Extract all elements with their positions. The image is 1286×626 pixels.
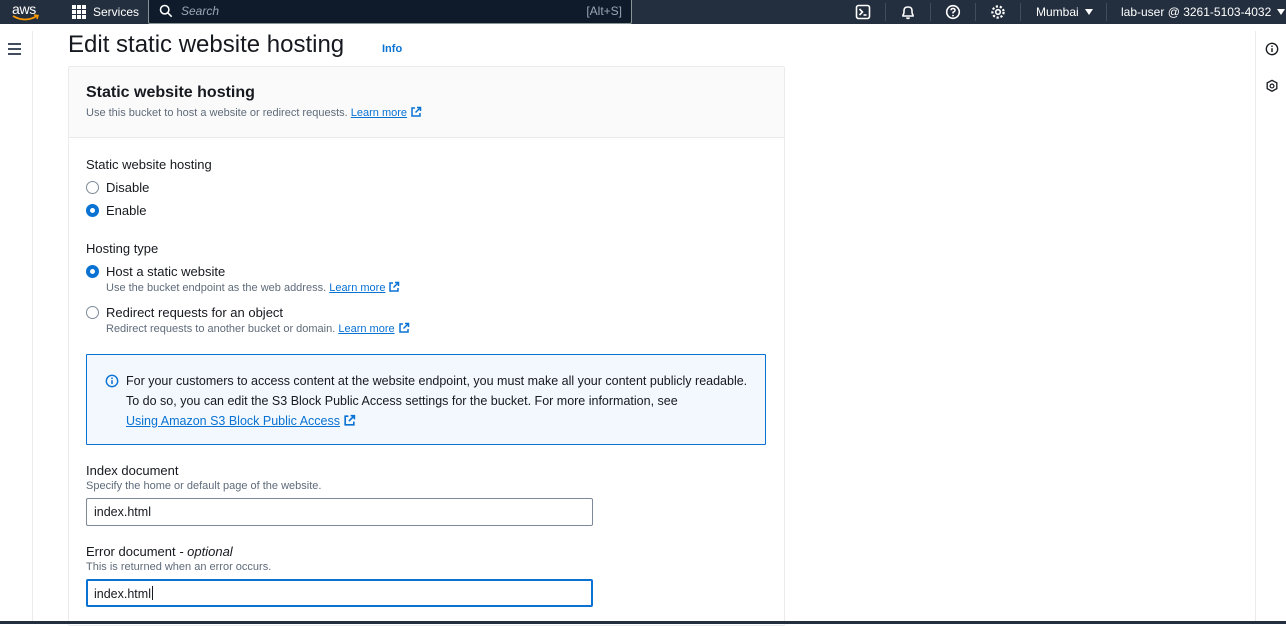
search-placeholder: Search <box>181 4 220 18</box>
learn-more-link[interactable]: Learn more <box>351 107 407 119</box>
search-icon <box>159 4 173 18</box>
text-cursor <box>151 586 153 600</box>
left-navigation-rail <box>0 31 33 624</box>
optional-tag: - optional <box>179 544 233 559</box>
help-icon[interactable] <box>945 4 961 20</box>
external-link-icon <box>398 322 409 333</box>
host-static-description: Use the bucket endpoint as the web addre… <box>106 281 400 294</box>
error-document-input[interactable]: index.html <box>86 579 593 607</box>
caret-down-icon <box>1084 9 1093 15</box>
radio-redirect-label: Redirect requests for an object <box>106 305 284 320</box>
services-grid-icon <box>72 5 86 19</box>
info-alert: For your customers to access content at … <box>86 354 766 445</box>
panel-description-text: Use this bucket to host a website or red… <box>86 107 348 119</box>
index-document-value: index.html <box>94 505 151 519</box>
account-label: lab-user @ 3261-5103-4032 <box>1121 5 1272 19</box>
settings-gear-icon[interactable] <box>990 4 1006 20</box>
radio-button[interactable] <box>86 306 99 319</box>
static-website-hosting-panel: Static website hosting Use this bucket t… <box>68 66 785 626</box>
radio-disable-label: Disable <box>106 180 150 195</box>
services-label: Services <box>93 5 140 19</box>
error-document-description: This is returned when an error occurs. <box>86 561 272 573</box>
account-menu[interactable]: lab-user @ 3261-5103-4032 <box>1121 0 1286 24</box>
panel-title: Static website hosting <box>86 84 255 101</box>
services-menu-button[interactable]: Services <box>72 0 139 24</box>
index-document-input[interactable]: index.html <box>86 498 593 526</box>
index-document-description: Specify the home or default page of the … <box>86 480 322 492</box>
radio-button-selected[interactable] <box>86 265 99 278</box>
external-link-icon <box>389 281 400 292</box>
menu-hamburger-icon[interactable] <box>8 43 21 55</box>
right-tools-rail <box>1255 31 1286 624</box>
aws-logo[interactable]: aws <box>10 1 44 23</box>
info-icon[interactable] <box>1265 42 1279 56</box>
region-label: Mumbai <box>1036 5 1079 19</box>
learn-more-link[interactable]: Learn more <box>329 282 385 294</box>
radio-redirect-requests[interactable]: Redirect requests for an object <box>86 305 283 320</box>
hosting-toggle-label: Static website hosting <box>86 157 212 172</box>
alert-text: For your customers to access content at … <box>126 374 748 408</box>
search-bar[interactable]: Search [Alt+S] <box>148 0 632 24</box>
learn-more-link[interactable]: Learn more <box>338 323 394 335</box>
error-document-label-text: Error document <box>86 544 176 559</box>
error-document-label: Error document - optional <box>86 544 233 559</box>
host-static-description-text: Use the bucket endpoint as the web addre… <box>106 282 327 294</box>
feedback-hexagon-icon[interactable] <box>1265 79 1279 93</box>
info-link[interactable]: Info <box>382 43 402 55</box>
cloudshell-icon[interactable] <box>855 4 871 20</box>
index-document-label: Index document <box>86 463 179 478</box>
panel-header: Static website hosting Use this bucket t… <box>69 67 784 138</box>
alert-message: For your customers to access content at … <box>126 371 756 431</box>
redirect-description-text: Redirect requests to another bucket or d… <box>106 323 336 335</box>
panel-description: Use this bucket to host a website or red… <box>86 106 422 119</box>
radio-host-static-label: Host a static website <box>106 264 226 279</box>
search-shortcut: [Alt+S] <box>586 4 622 18</box>
redirect-description: Redirect requests to another bucket or d… <box>106 322 410 335</box>
radio-button[interactable] <box>86 181 99 194</box>
external-link-icon <box>411 106 422 117</box>
radio-button-selected[interactable] <box>86 204 99 217</box>
info-circle-icon <box>105 374 119 388</box>
radio-enable-label: Enable <box>106 203 147 218</box>
hosting-type-label: Hosting type <box>86 241 159 256</box>
caret-down-icon <box>1277 9 1286 15</box>
error-document-value: index.html <box>94 587 151 601</box>
block-public-access-link[interactable]: Using Amazon S3 Block Public Access <box>126 414 340 428</box>
top-navigation-bar: aws Services Search [Alt+S] Mumbai lab-u… <box>0 0 1286 24</box>
radio-enable[interactable]: Enable <box>86 203 146 218</box>
aws-smile-icon <box>12 14 39 21</box>
notifications-bell-icon[interactable] <box>900 4 916 20</box>
radio-disable[interactable]: Disable <box>86 180 149 195</box>
region-selector[interactable]: Mumbai <box>1036 0 1093 24</box>
page-title: Edit static website hosting <box>68 31 345 58</box>
external-link-icon <box>344 414 356 426</box>
radio-host-static-website[interactable]: Host a static website <box>86 264 225 279</box>
